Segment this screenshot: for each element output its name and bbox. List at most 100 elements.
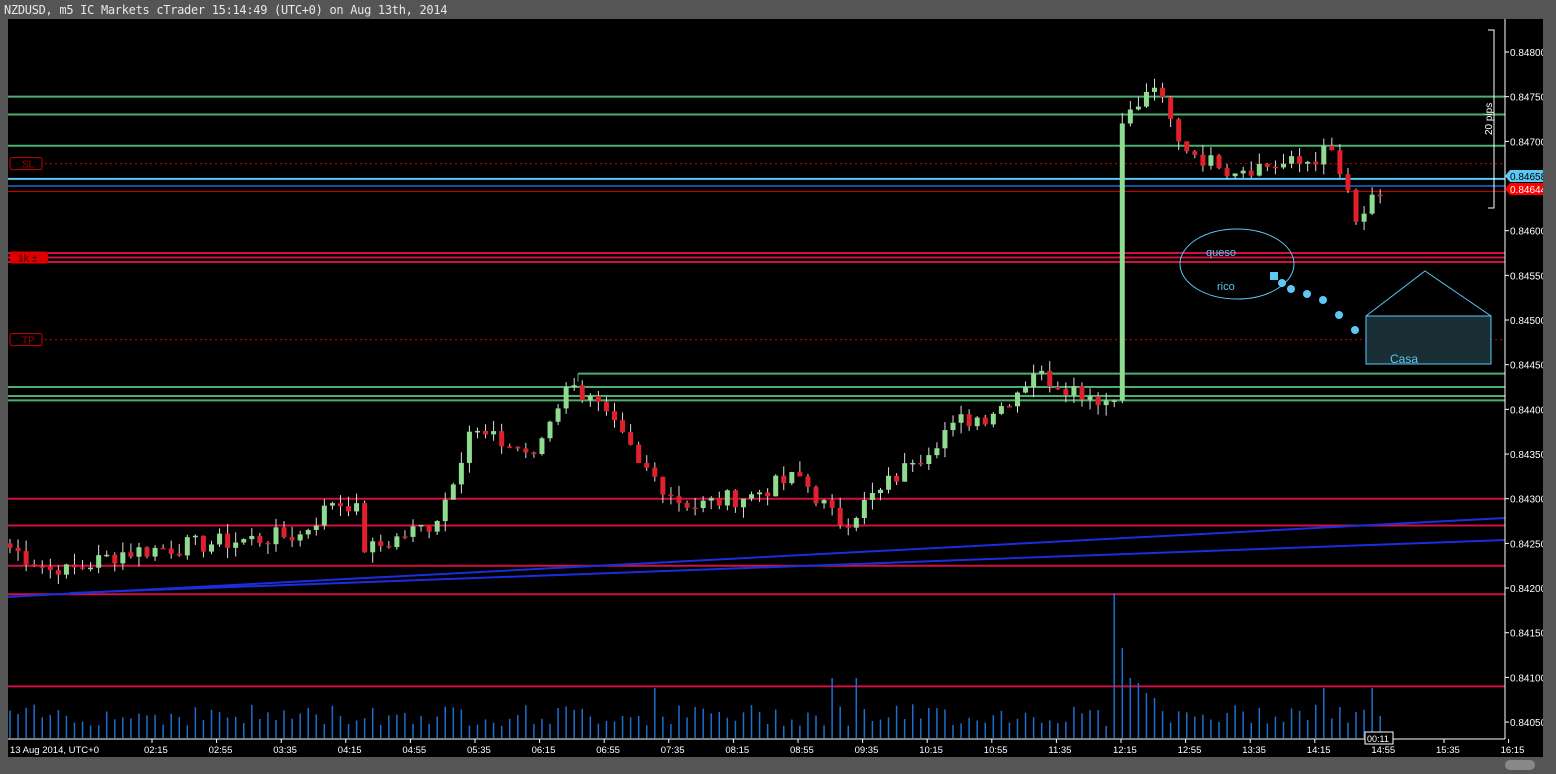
time-tick-label: 13 Aug 2014, UTC+0: [10, 745, 99, 756]
candle-body: [176, 553, 182, 556]
candle-body: [1039, 370, 1045, 374]
candle-body: [168, 548, 174, 554]
candle-body: [902, 463, 908, 482]
candle: [652, 462, 658, 482]
triangle-drawing[interactable]: [1365, 270, 1492, 317]
price-tick-label: 0.84400: [1510, 405, 1543, 416]
candle: [628, 424, 634, 446]
time-tick-label: 03:35: [273, 745, 297, 756]
candle-body: [402, 536, 408, 538]
candle: [281, 521, 287, 539]
candle: [458, 452, 464, 494]
candle: [128, 543, 134, 559]
candle-body: [595, 395, 601, 402]
candle: [620, 412, 626, 434]
price-tick-label: 0.84450: [1510, 361, 1543, 372]
candle-body: [47, 566, 53, 571]
candle-body: [1006, 406, 1012, 408]
candle: [507, 443, 513, 449]
candle: [853, 516, 859, 532]
time-tick-label: 12:55: [1178, 745, 1202, 756]
candle-body: [370, 541, 376, 553]
scrollbar-thumb[interactable]: [1505, 760, 1535, 770]
candle-body: [1119, 123, 1125, 401]
dot-marker[interactable]: [1303, 290, 1311, 298]
dot-marker[interactable]: [1335, 311, 1343, 319]
candle: [152, 545, 158, 561]
rectangle-drawing[interactable]: [1365, 315, 1492, 365]
time-tick-label: 12:15: [1113, 745, 1137, 756]
candle-body: [31, 564, 37, 567]
trendline[interactable]: [4, 517, 1506, 598]
candle-body: [15, 547, 21, 552]
candle: [869, 482, 875, 510]
candle: [1184, 141, 1190, 154]
candle: [499, 423, 505, 454]
candle-body: [249, 535, 255, 540]
candle-body: [265, 542, 271, 545]
candle: [136, 542, 142, 567]
price-chart[interactable]: SL TP 1k ± queso rico Casa 0.84800 0.84750 0.847…: [4, 19, 1548, 757]
candle-body: [1377, 194, 1383, 197]
candle-body: [1135, 106, 1141, 110]
candle: [1015, 391, 1020, 413]
candle-body: [587, 395, 593, 401]
candle-body: [281, 527, 287, 538]
candle: [595, 391, 601, 412]
window-title: NZDUSD, m5 IC Markets cTrader 15:14:49 (…: [4, 3, 448, 17]
candle-body: [434, 521, 440, 532]
time-tick-label: 10:15: [919, 745, 943, 756]
candle-body: [1160, 87, 1166, 98]
candle-body: [7, 543, 13, 548]
candle: [612, 402, 617, 428]
candle-body: [547, 421, 553, 439]
candle: [47, 558, 53, 579]
horizontal-scrollbar[interactable]: [0, 757, 1556, 774]
candle: [1232, 173, 1238, 179]
candle-body: [217, 533, 223, 545]
candle-body: [990, 413, 996, 425]
candle-body: [257, 535, 263, 543]
candle-body: [289, 537, 295, 541]
candle-body: [346, 506, 352, 512]
dot-marker[interactable]: [1319, 296, 1327, 304]
candle-body: [1297, 156, 1303, 164]
time-tick-label: 11:35: [1048, 745, 1071, 756]
dot-marker[interactable]: [1351, 326, 1359, 334]
dot-marker[interactable]: [1278, 279, 1286, 287]
ask-price-label: 0.84644: [1510, 185, 1543, 196]
candle: [112, 552, 118, 572]
candle: [426, 524, 432, 539]
chart-canvas[interactable]: SL TP 1k ± queso rico Casa 0.84800 0.84750 0.847…: [4, 19, 1548, 757]
dot-marker[interactable]: [1270, 272, 1278, 280]
candle-body: [539, 438, 545, 455]
candle: [15, 539, 21, 561]
candle: [1216, 153, 1222, 170]
candle: [241, 538, 247, 545]
candle: [88, 562, 94, 572]
candle: [1321, 138, 1327, 175]
candle: [821, 499, 827, 509]
candle: [1289, 150, 1295, 169]
candle-body: [982, 417, 988, 425]
candle: [200, 535, 206, 558]
candle: [394, 533, 400, 550]
candle-body: [579, 385, 585, 401]
candle-body: [112, 554, 118, 564]
candle: [1023, 381, 1029, 394]
candle-body: [531, 452, 537, 455]
ellipse-label-bottom: rico: [1217, 281, 1235, 293]
price-tick-label: 0.84600: [1510, 227, 1543, 238]
dot-marker[interactable]: [1287, 285, 1295, 293]
candle-body: [821, 500, 827, 504]
ellipse-drawing[interactable]: [1179, 228, 1295, 300]
candle-body: [958, 414, 964, 423]
candle-body: [684, 502, 690, 508]
candle-body: [120, 552, 126, 564]
candle: [531, 451, 537, 458]
candle: [1297, 147, 1303, 173]
price-tick-label: 0.84750: [1510, 93, 1543, 104]
candle: [418, 524, 424, 532]
candle: [144, 546, 150, 559]
candle: [902, 452, 908, 482]
